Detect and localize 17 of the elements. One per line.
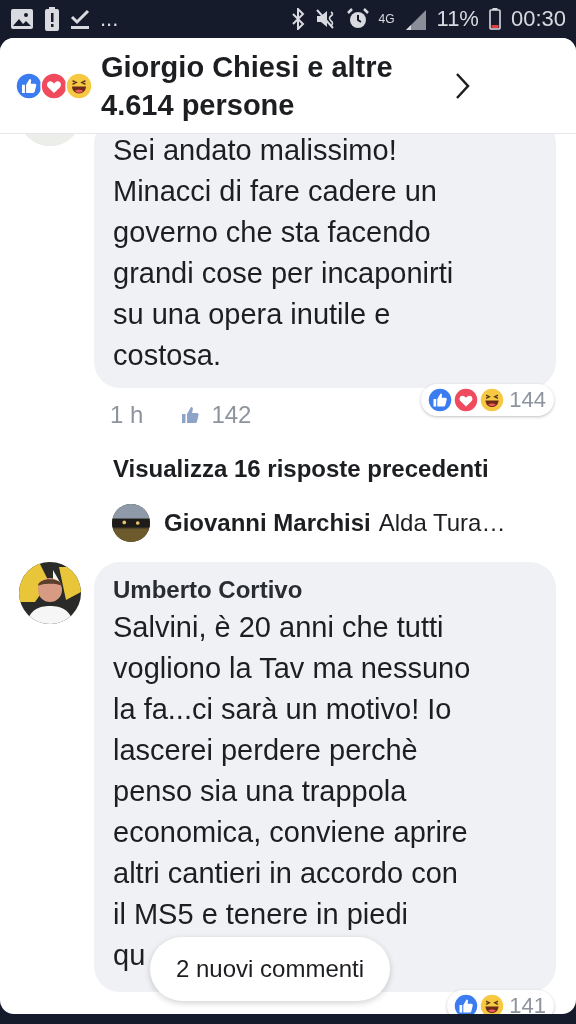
reactions-header[interactable]: Giorgio Chiesi e altre 4.614 persone bbox=[0, 38, 576, 134]
reactions-summary: Giorgio Chiesi e altre 4.614 persone bbox=[101, 49, 394, 123]
comment-text-fragment: qu bbox=[113, 938, 146, 973]
view-replies-link[interactable]: Visualizza 16 risposte precedenti bbox=[113, 454, 576, 484]
comment-time: 1 h bbox=[110, 401, 144, 429]
battery-level: 11% bbox=[436, 6, 479, 32]
reaction-count: 141 bbox=[509, 993, 546, 1014]
reaction-count: 144 bbox=[509, 387, 546, 413]
notification-overflow: ... bbox=[100, 6, 119, 32]
like-count: 142 bbox=[211, 401, 252, 429]
comment-author[interactable]: Umberto Cortivo bbox=[113, 575, 546, 605]
comment-text: Sei andato malissimo! Minacci di fare cadere un governo che sta facendo grandi cose per incaponirti su una opera inutile e costosa. bbox=[113, 134, 454, 373]
reply-author[interactable]: Giovanni Marchisi bbox=[164, 509, 371, 537]
reply-snippet: Alda Tura… bbox=[378, 509, 506, 537]
clock: 00:30 bbox=[510, 6, 566, 32]
new-comments-button[interactable]: 2 nuovi commenti bbox=[150, 937, 391, 1001]
network-type: 4G bbox=[378, 12, 395, 26]
